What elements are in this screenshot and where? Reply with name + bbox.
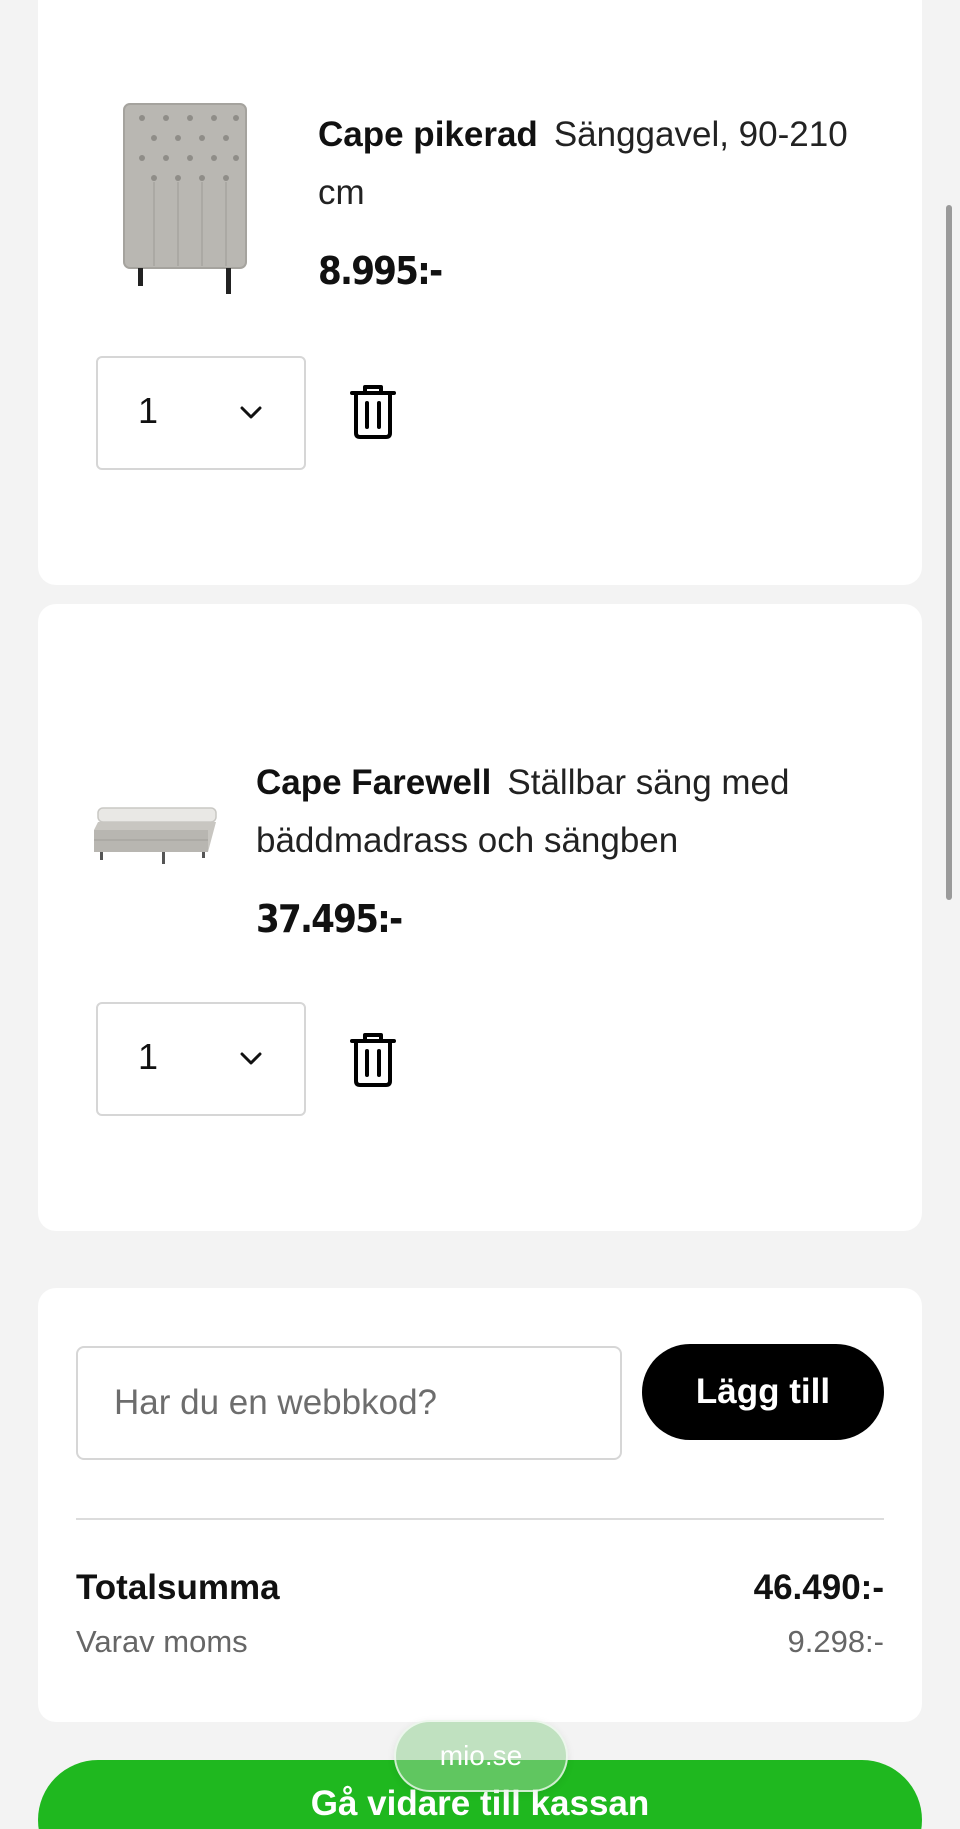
headboard-image [123, 103, 247, 294]
quantity-value: 1 [138, 1036, 159, 1077]
total-value: 46.490:- [753, 1568, 884, 1607]
cart-item-card: Cape Farewell Ställbar säng med bäddmadra… [38, 604, 922, 1231]
chevron-down-icon [240, 1052, 262, 1065]
product-title: Cape pikerad Sänggavel, 90-210 cm [318, 106, 878, 222]
scrollbar[interactable] [946, 205, 952, 900]
trash-icon[interactable] [348, 383, 398, 439]
quantity-value: 1 [138, 390, 159, 431]
product-price: 8.995:- [318, 249, 443, 293]
adjustable-bed-image [94, 807, 217, 864]
product-price: 37.495:- [256, 897, 403, 941]
vat-value: 9.298:- [787, 1624, 884, 1659]
quantity-select[interactable]: 1 [96, 356, 306, 470]
discount-code-input[interactable] [76, 1346, 622, 1460]
total-label: Totalsumma [76, 1568, 280, 1607]
product-name[interactable]: Cape pikerad [318, 115, 538, 154]
trash-icon[interactable] [348, 1031, 398, 1087]
divider [76, 1518, 884, 1520]
browser-url-pill[interactable]: mio.se [394, 1720, 568, 1792]
quantity-select[interactable]: 1 [96, 1002, 306, 1116]
product-title: Cape Farewell Ställbar säng med bäddmadra… [256, 754, 876, 870]
order-summary: Lägg till Totalsumma 46.490:- Varav moms… [38, 1288, 922, 1722]
chevron-down-icon [240, 406, 262, 419]
cart-item-card: Cape pikerad Sänggavel, 90-210 cm 8.995:-… [38, 0, 922, 585]
vat-label: Varav moms [76, 1624, 248, 1659]
add-code-button[interactable]: Lägg till [642, 1344, 884, 1440]
product-name[interactable]: Cape Farewell [256, 763, 491, 802]
